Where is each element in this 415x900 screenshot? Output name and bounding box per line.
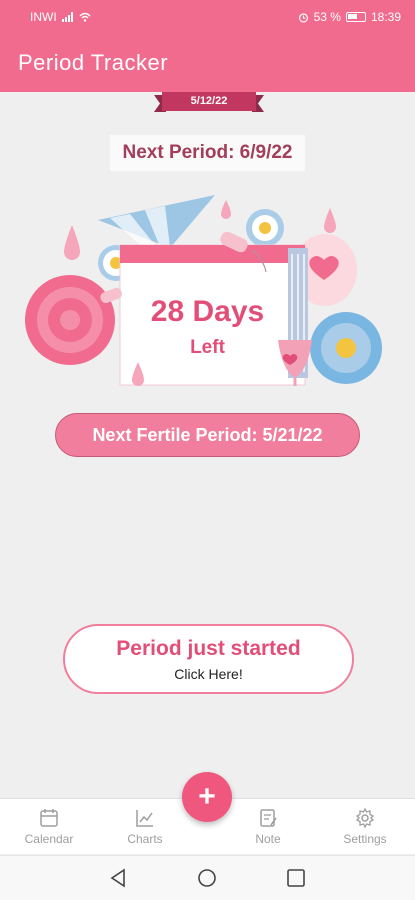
app-title: Period Tracker	[18, 50, 169, 75]
days-left-label: Left	[190, 337, 225, 358]
days-left-value: 28 Days	[150, 295, 265, 328]
nav-calendar-label: Calendar	[24, 832, 74, 846]
clock: 18:39	[370, 10, 401, 24]
note-icon	[260, 809, 277, 827]
period-started-subtitle: Click Here!	[174, 665, 243, 682]
signal-icon	[61, 12, 73, 22]
gear-icon	[355, 807, 375, 829]
calendar-icon	[40, 809, 58, 827]
battery-icon	[345, 12, 366, 22]
chart-icon	[136, 810, 153, 827]
period-started-button[interactable]: Period just started Click Here!	[63, 624, 354, 694]
nav-note-label: Note	[255, 832, 281, 846]
nav-settings[interactable]: Settings	[325, 807, 405, 846]
nav-settings-label: Settings	[343, 832, 387, 846]
calendar-illustration	[25, 195, 382, 386]
period-started-title: Period just started	[116, 636, 301, 660]
carrier-name: INWI	[30, 10, 57, 24]
battery-percent: 53 %	[313, 10, 341, 24]
recents-icon[interactable]	[286, 868, 306, 888]
nav-charts-label: Charts	[127, 832, 163, 846]
date-ribbon: 5/12/22	[154, 92, 264, 114]
next-fertile-period-label: Next Fertile Period: 5/21/22	[55, 413, 360, 457]
next-period-label: Next Period: 6/9/22	[110, 135, 305, 171]
home-icon[interactable]	[197, 868, 217, 888]
add-button[interactable]: +	[182, 772, 232, 822]
status-bar: INWI 53 % 18:39	[0, 0, 415, 34]
wifi-icon	[79, 12, 91, 22]
alarm-icon	[298, 12, 308, 22]
status-left: INWI	[30, 10, 91, 24]
plus-icon: +	[198, 780, 216, 813]
nav-calendar[interactable]: Calendar	[9, 807, 89, 846]
nav-note[interactable]: Note	[228, 807, 308, 846]
back-icon[interactable]	[109, 868, 129, 888]
today-date: 5/12/22	[190, 95, 228, 107]
system-navigation-bar	[0, 855, 415, 900]
status-right: 53 % 18:39	[298, 10, 401, 24]
app-bar: Period Tracker	[0, 34, 415, 92]
nav-charts[interactable]: Charts	[105, 807, 185, 846]
